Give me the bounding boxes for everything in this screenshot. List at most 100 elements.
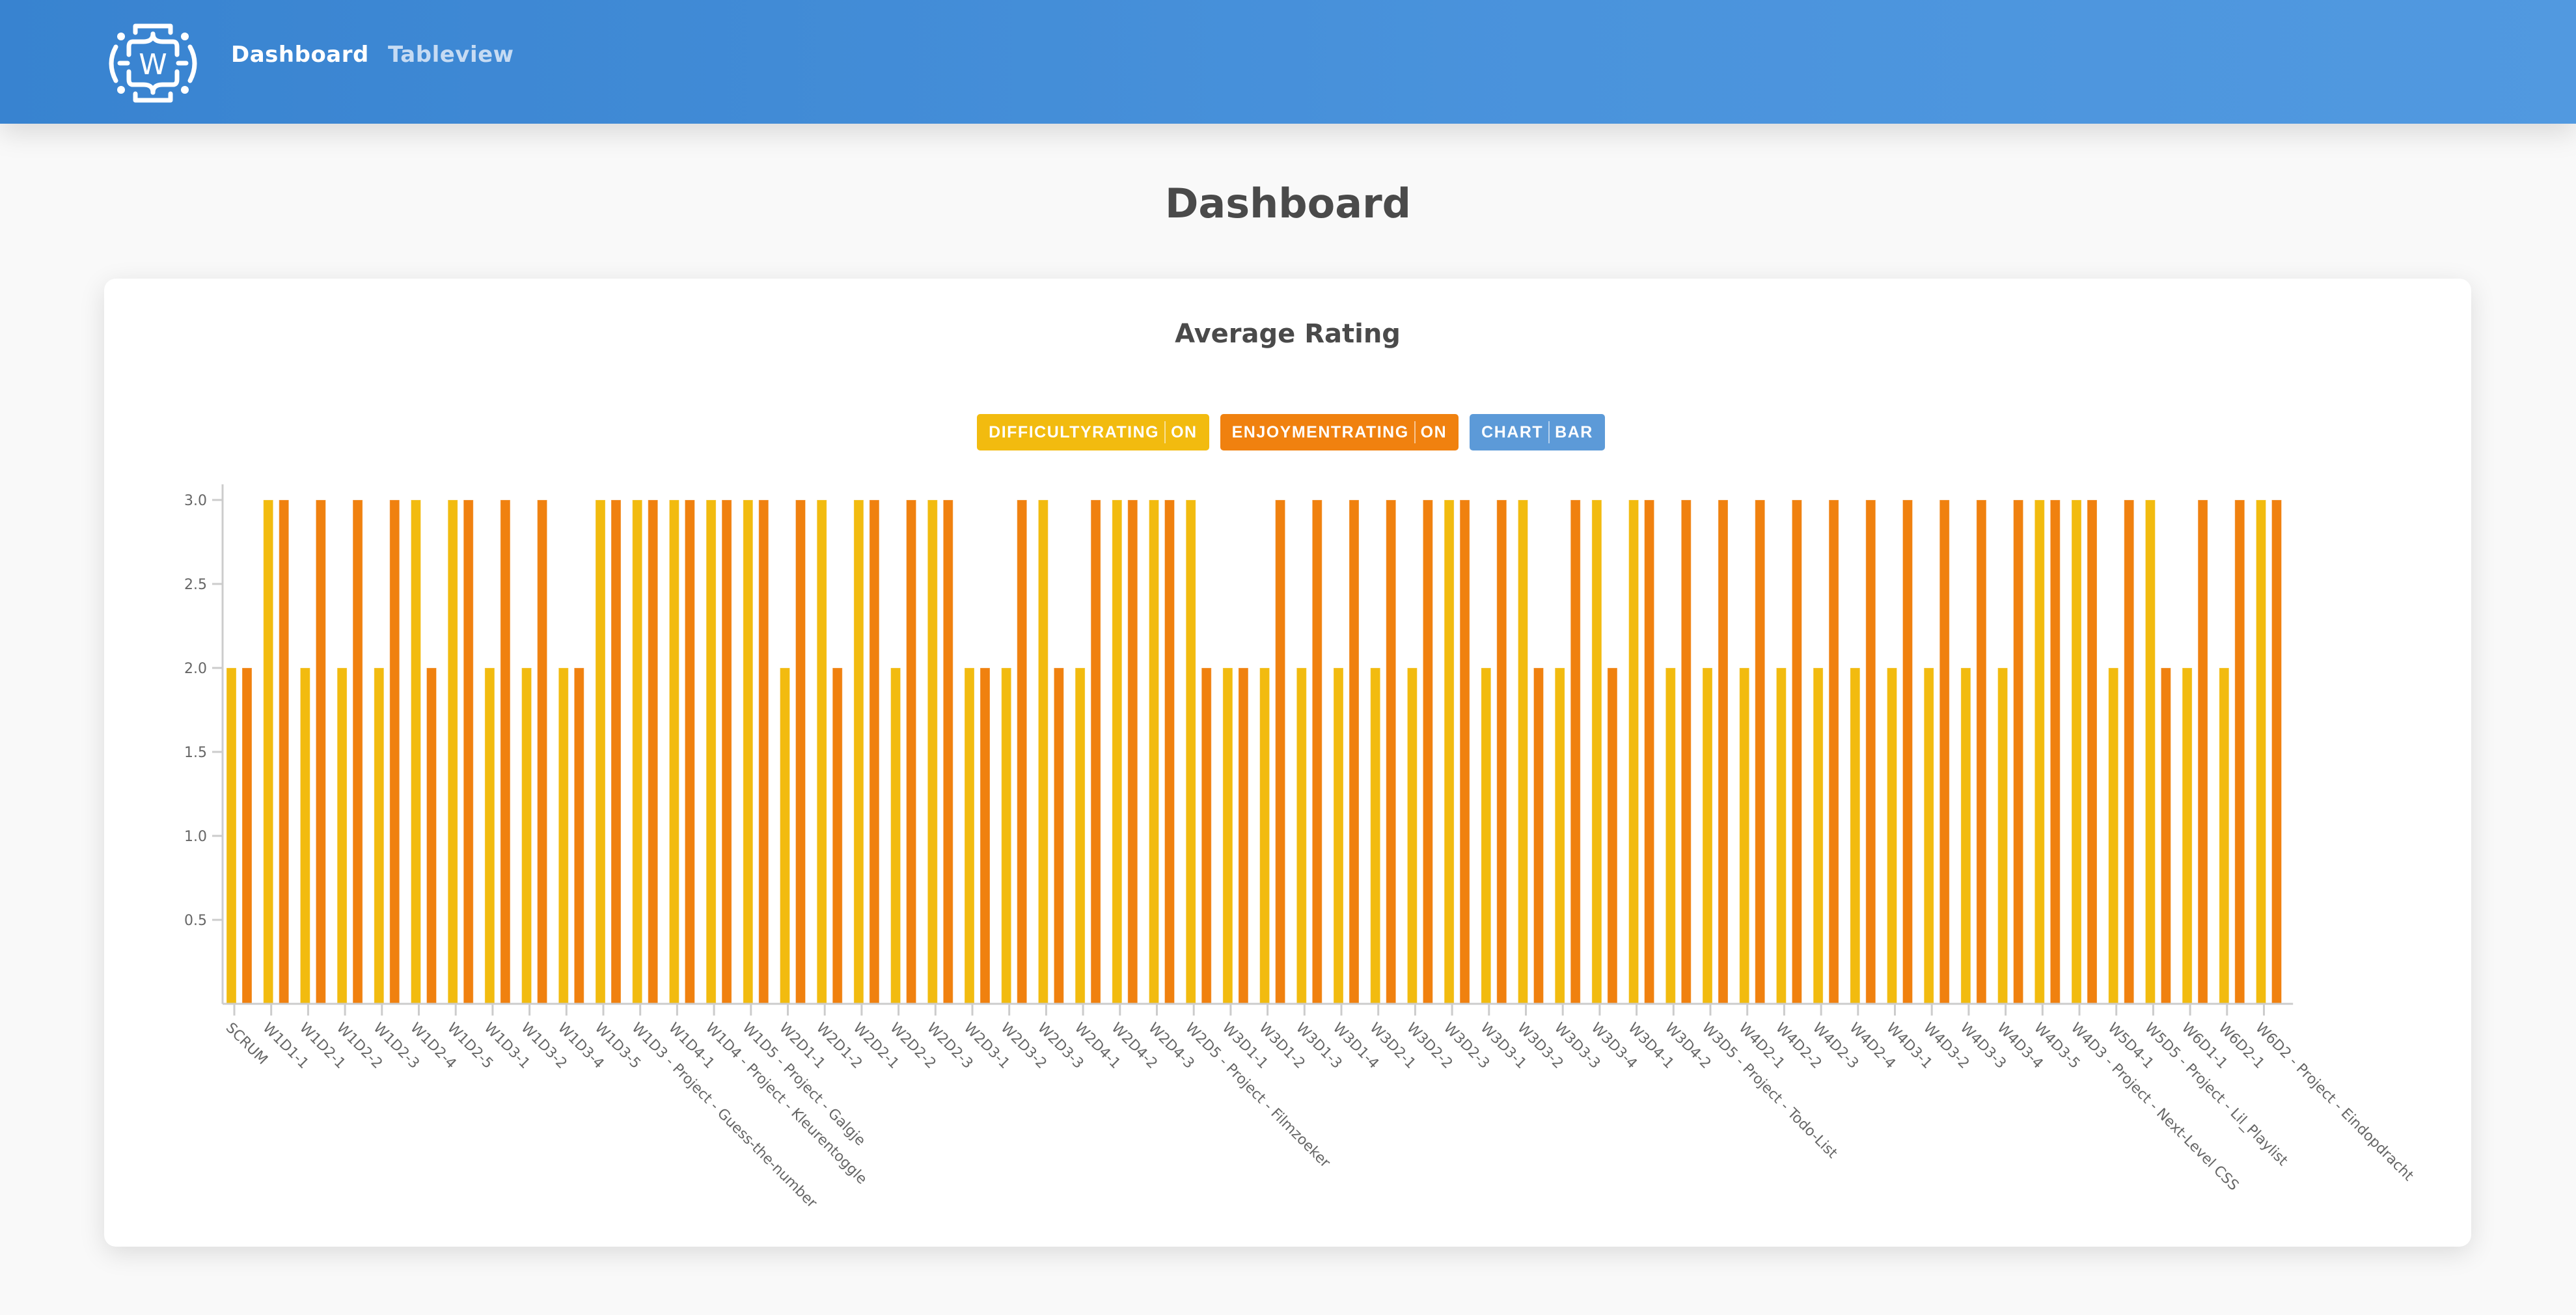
bar-enjoymentRating-46[interactable] — [1939, 499, 1950, 1004]
bar-enjoymentRating-23[interactable] — [1090, 499, 1101, 1004]
bar-difficultyRating-20[interactable] — [964, 667, 975, 1004]
bar-enjoymentRating-43[interactable] — [1828, 499, 1839, 1004]
bar-difficultyRating-36[interactable] — [1554, 667, 1565, 1004]
bar-difficultyRating-19[interactable] — [927, 499, 938, 1004]
bar-difficultyRating-48[interactable] — [1997, 667, 2008, 1004]
bar-difficultyRating-23[interactable] — [1075, 667, 1086, 1004]
bar-enjoymentRating-28[interactable] — [1275, 499, 1286, 1004]
bar-enjoymentRating-0[interactable] — [241, 667, 253, 1004]
bar-enjoymentRating-21[interactable] — [1017, 499, 1028, 1004]
bar-enjoymentRating-8[interactable] — [537, 499, 548, 1004]
bar-enjoymentRating-42[interactable] — [1791, 499, 1802, 1004]
bar-difficultyRating-47[interactable] — [1960, 667, 1971, 1004]
bar-difficultyRating-12[interactable] — [668, 499, 679, 1004]
bar-enjoymentRating-17[interactable] — [869, 499, 880, 1004]
bar-difficultyRating-13[interactable] — [706, 499, 717, 1004]
bar-difficultyRating-46[interactable] — [1923, 667, 1934, 1004]
bar-enjoymentRating-2[interactable] — [315, 499, 326, 1004]
bar-difficultyRating-29[interactable] — [1296, 667, 1307, 1004]
bar-enjoymentRating-24[interactable] — [1127, 499, 1138, 1004]
bar-difficultyRating-37[interactable] — [1591, 499, 1602, 1004]
bar-enjoymentRating-54[interactable] — [2234, 499, 2245, 1004]
bar-enjoymentRating-52[interactable] — [2160, 667, 2171, 1004]
bar-enjoymentRating-29[interactable] — [1311, 499, 1322, 1004]
bar-difficultyRating-0[interactable] — [226, 667, 237, 1004]
bar-enjoymentRating-26[interactable] — [1201, 667, 1212, 1004]
bar-difficultyRating-53[interactable] — [2182, 667, 2193, 1004]
bar-enjoymentRating-18[interactable] — [906, 499, 917, 1004]
bar-enjoymentRating-41[interactable] — [1755, 499, 1766, 1004]
bar-difficultyRating-43[interactable] — [1813, 667, 1824, 1004]
bar-enjoymentRating-30[interactable] — [1349, 499, 1360, 1004]
bar-enjoymentRating-9[interactable] — [573, 667, 584, 1004]
bar-enjoymentRating-32[interactable] — [1422, 499, 1433, 1004]
bar-difficultyRating-30[interactable] — [1333, 667, 1344, 1004]
bar-enjoymentRating-13[interactable] — [721, 499, 732, 1004]
bar-difficultyRating-17[interactable] — [853, 499, 864, 1004]
bar-difficultyRating-15[interactable] — [780, 667, 790, 1004]
bar-difficultyRating-4[interactable] — [374, 667, 385, 1004]
bar-enjoymentRating-10[interactable] — [610, 499, 622, 1004]
toggle-chart-type-button[interactable]: CHART BAR — [1470, 414, 1605, 450]
bar-enjoymentRating-35[interactable] — [1533, 667, 1544, 1004]
bar-enjoymentRating-50[interactable] — [2087, 499, 2098, 1004]
bar-difficultyRating-11[interactable] — [632, 499, 643, 1004]
bar-difficultyRating-32[interactable] — [1406, 667, 1418, 1004]
bar-difficultyRating-6[interactable] — [447, 499, 458, 1004]
bar-difficultyRating-8[interactable] — [521, 667, 532, 1004]
bar-difficultyRating-14[interactable] — [743, 499, 754, 1004]
bar-difficultyRating-34[interactable] — [1481, 667, 1492, 1004]
bar-difficultyRating-5[interactable] — [411, 499, 421, 1004]
bar-difficultyRating-25[interactable] — [1149, 499, 1159, 1004]
bar-enjoymentRating-53[interactable] — [2197, 499, 2208, 1004]
bar-enjoymentRating-1[interactable] — [279, 499, 290, 1004]
bar-enjoymentRating-7[interactable] — [500, 499, 511, 1004]
bar-enjoymentRating-6[interactable] — [463, 499, 474, 1004]
bar-enjoymentRating-19[interactable] — [942, 499, 953, 1004]
bar-enjoymentRating-12[interactable] — [684, 499, 695, 1004]
bar-difficultyRating-3[interactable] — [336, 667, 348, 1004]
bar-enjoymentRating-51[interactable] — [2124, 499, 2135, 1004]
bar-difficultyRating-2[interactable] — [299, 667, 310, 1004]
bar-enjoymentRating-25[interactable] — [1164, 499, 1175, 1004]
bar-enjoymentRating-33[interactable] — [1459, 499, 1470, 1004]
toggle-difficultyrating-button[interactable]: DIFFICULTYRATING ON — [977, 414, 1209, 450]
bar-difficultyRating-27[interactable] — [1222, 667, 1233, 1004]
bar-difficultyRating-50[interactable] — [2071, 499, 2082, 1004]
bar-enjoymentRating-14[interactable] — [758, 499, 769, 1004]
bar-difficultyRating-55[interactable] — [2256, 499, 2266, 1004]
bar-difficultyRating-18[interactable] — [890, 667, 901, 1004]
bar-difficultyRating-39[interactable] — [1665, 667, 1676, 1004]
bar-difficultyRating-33[interactable] — [1444, 499, 1455, 1004]
bar-difficultyRating-54[interactable] — [2219, 667, 2230, 1004]
bar-difficultyRating-45[interactable] — [1887, 667, 1897, 1004]
bar-difficultyRating-51[interactable] — [2108, 667, 2119, 1004]
nav-link-tableview[interactable]: Tableview — [388, 42, 514, 68]
bar-difficultyRating-10[interactable] — [595, 499, 606, 1004]
bar-difficultyRating-44[interactable] — [1850, 667, 1861, 1004]
bar-difficultyRating-7[interactable] — [484, 667, 495, 1004]
bar-difficultyRating-31[interactable] — [1370, 667, 1381, 1004]
bar-enjoymentRating-49[interactable] — [2049, 499, 2061, 1004]
bar-enjoymentRating-48[interactable] — [2013, 499, 2024, 1004]
toggle-enjoymentrating-button[interactable]: ENJOYMENTRATING ON — [1220, 414, 1459, 450]
bar-enjoymentRating-40[interactable] — [1718, 499, 1729, 1004]
bar-enjoymentRating-15[interactable] — [795, 499, 806, 1004]
bar-enjoymentRating-36[interactable] — [1570, 499, 1581, 1004]
bar-difficultyRating-38[interactable] — [1628, 499, 1639, 1004]
bar-enjoymentRating-16[interactable] — [832, 667, 843, 1004]
bar-difficultyRating-21[interactable] — [1001, 667, 1012, 1004]
logo-icon[interactable]: W — [104, 21, 202, 105]
nav-link-dashboard[interactable]: Dashboard — [231, 42, 369, 68]
bar-difficultyRating-28[interactable] — [1259, 667, 1270, 1004]
bar-difficultyRating-41[interactable] — [1739, 667, 1750, 1004]
bar-difficultyRating-42[interactable] — [1775, 667, 1787, 1004]
bar-enjoymentRating-34[interactable] — [1496, 499, 1507, 1004]
bar-enjoymentRating-3[interactable] — [352, 499, 363, 1004]
bar-difficultyRating-40[interactable] — [1702, 667, 1713, 1004]
bar-enjoymentRating-55[interactable] — [2271, 499, 2282, 1004]
bar-enjoymentRating-27[interactable] — [1238, 667, 1249, 1004]
bar-difficultyRating-24[interactable] — [1112, 499, 1123, 1004]
bar-difficultyRating-16[interactable] — [816, 499, 827, 1004]
bar-difficultyRating-49[interactable] — [2034, 499, 2045, 1004]
